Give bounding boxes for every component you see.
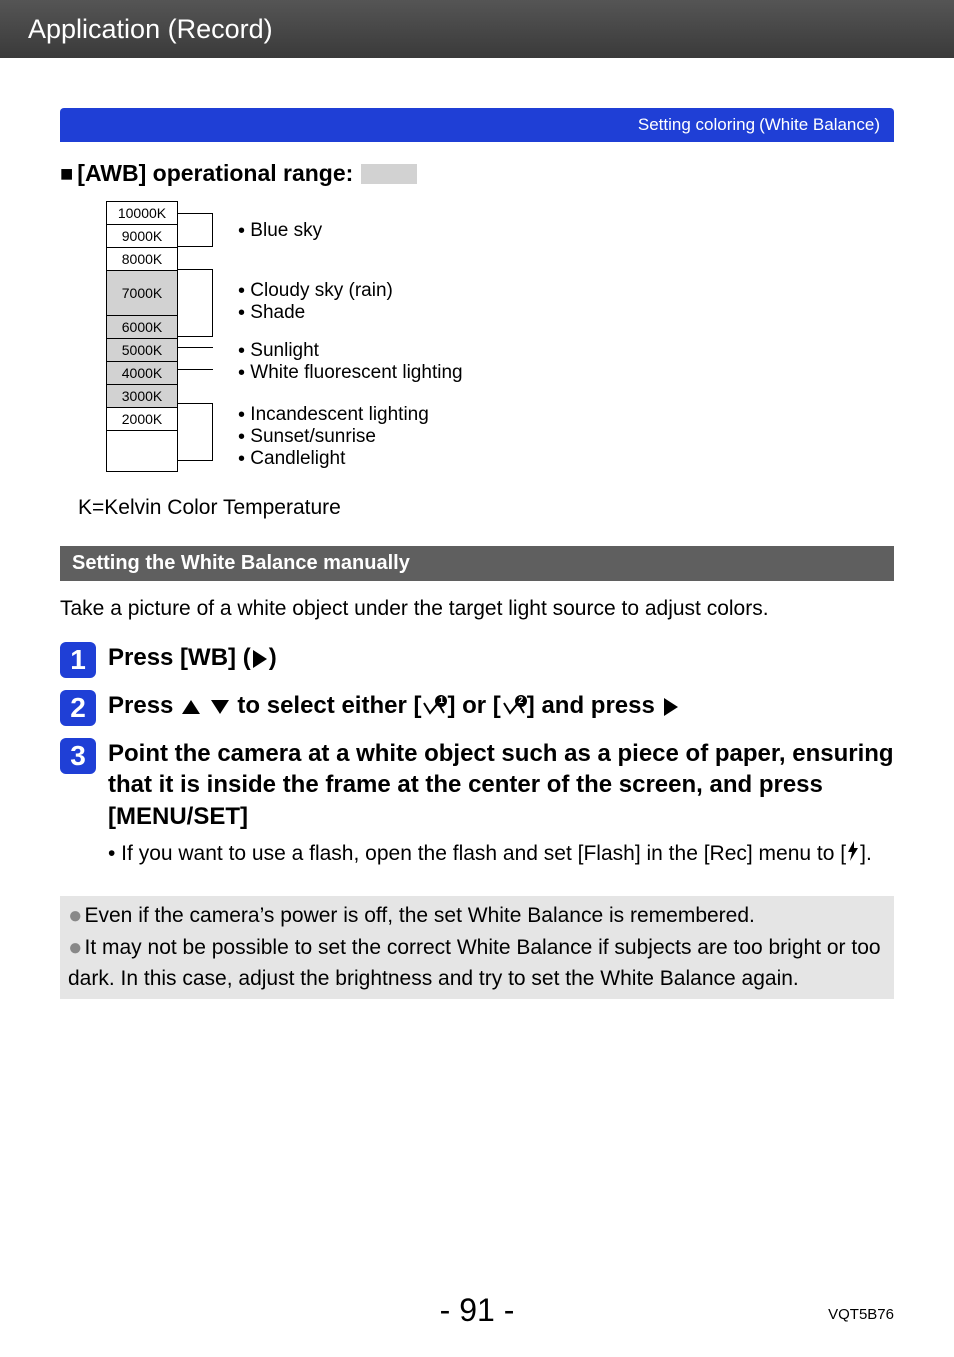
step-number-1: 1 [60,642,96,678]
kelvin-tick: 2000K [106,407,178,430]
wb-preset-2-icon: 2 [503,698,525,716]
step-3-text: Point the camera at a white object such … [108,738,894,868]
square-bullet: ■ [60,161,73,187]
kelvin-tick: 5000K [106,338,178,361]
down-arrow-icon [211,700,229,714]
bracket-line [178,369,213,370]
kelvin-label: • Cloudy sky (rain) [238,279,393,303]
kelvin-caption: K=Kelvin Color Temperature [78,496,894,520]
step-2: 2 Press to select either [1] or [2] and … [60,690,894,726]
section-header: Application (Record) [0,0,954,58]
bracket [178,213,213,247]
step-number-3: 3 [60,738,96,774]
bullet-icon: ● [68,902,83,929]
manual-subheader: Setting the White Balance manually [60,546,894,581]
document-number: VQT5B76 [828,1306,894,1323]
kelvin-tick: 8000K [106,247,178,270]
kelvin-tick-empty [106,430,178,472]
step-3: 3 Point the camera at a white object suc… [60,738,894,868]
kelvin-label: • Sunlight [238,339,319,363]
banner-paren: (White Balance) [759,115,880,135]
step-3-note: • If you want to use a flash, open the f… [108,840,894,868]
up-arrow-icon [182,700,200,714]
bullet-icon: ● [68,934,83,961]
kelvin-diagram: 10000K 9000K 8000K 7000K 6000K 5000K 400… [106,201,894,472]
page-footer: - 91 - VQT5B76 [0,1292,954,1329]
right-arrow-icon [664,698,678,716]
awb-range-swatch [361,164,417,184]
note-item: ●It may not be possible to set the corre… [68,932,886,993]
range-heading-text: [AWB] operational range: [77,160,353,187]
banner-text: Setting coloring [638,115,755,135]
kelvin-label: • Sunset/sunrise [238,425,376,449]
kelvin-label: • Shade [238,301,305,325]
bracket [178,403,213,461]
kelvin-label: • Blue sky [238,219,322,243]
flash-force-icon [846,841,860,868]
kelvin-tick: 9000K [106,224,178,247]
wb-preset-1-icon: 1 [423,698,445,716]
step-number-2: 2 [60,690,96,726]
note-item: ●Even if the camera’s power is off, the … [68,900,886,932]
kelvin-tick: 6000K [106,315,178,338]
kelvin-label: • Candlelight [238,447,345,471]
notes-box: ●Even if the camera’s power is off, the … [60,896,894,999]
topic-banner: Setting coloring (White Balance) [60,108,894,142]
manual-intro: Take a picture of a white object under t… [60,595,894,622]
kelvin-tick: 3000K [106,384,178,407]
kelvin-label: • White fluorescent lighting [238,361,463,385]
section-title: Application (Record) [28,14,273,45]
step-1: 1 Press [WB] () [60,642,894,678]
range-heading: ■ [AWB] operational range: [60,160,894,187]
kelvin-tick: 4000K [106,361,178,384]
step-2-text: Press to select either [1] or [2] and pr… [108,690,680,721]
bracket [178,269,213,337]
kelvin-tick: 7000K [106,270,178,315]
page-number: - 91 - [440,1292,515,1328]
kelvin-label: • Incandescent lighting [238,403,429,427]
bracket-line [178,347,213,348]
step-1-text: Press [WB] () [108,642,277,673]
kelvin-axis: 10000K 9000K 8000K 7000K 6000K 5000K 400… [106,201,178,472]
kelvin-tick: 10000K [106,201,178,224]
right-arrow-icon [253,650,267,668]
